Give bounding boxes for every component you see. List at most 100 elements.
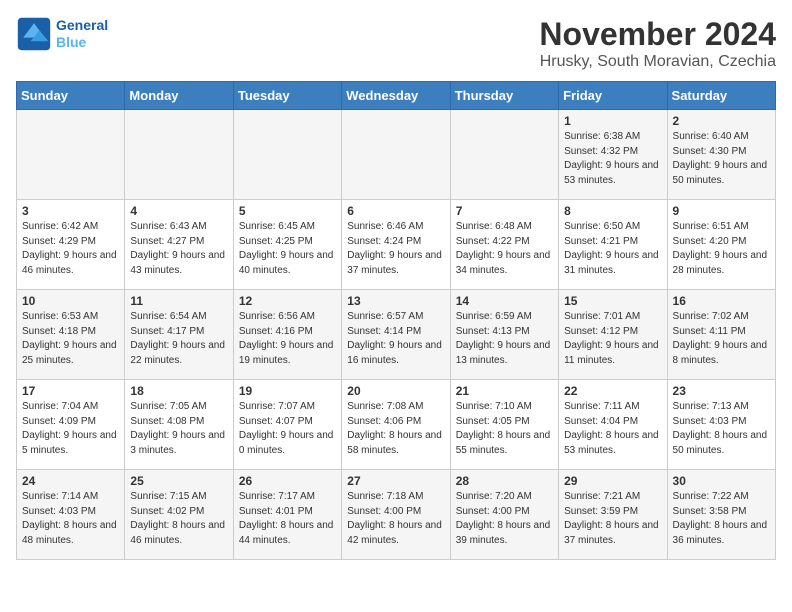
weekday-header-tuesday: Tuesday xyxy=(233,82,341,110)
day-number: 15 xyxy=(564,294,661,308)
day-cell xyxy=(17,110,125,200)
day-info: Sunrise: 7:15 AM Sunset: 4:02 PM Dayligh… xyxy=(130,490,227,548)
day-cell: 5Sunrise: 6:45 AM Sunset: 4:25 PM Daylig… xyxy=(233,200,341,290)
day-number: 6 xyxy=(347,204,444,218)
day-cell: 10Sunrise: 6:53 AM Sunset: 4:18 PM Dayli… xyxy=(17,290,125,380)
day-info: Sunrise: 7:13 AM Sunset: 4:03 PM Dayligh… xyxy=(673,400,770,458)
day-info: Sunrise: 7:04 AM Sunset: 4:09 PM Dayligh… xyxy=(22,400,119,458)
day-info: Sunrise: 6:40 AM Sunset: 4:30 PM Dayligh… xyxy=(673,130,770,188)
day-cell: 18 Sunrise: 7:05 AM Sunset: 4:08 PM Dayli… xyxy=(125,380,233,470)
day-cell: 23Sunrise: 7:13 AM Sunset: 4:03 PM Dayli… xyxy=(667,380,775,470)
day-number: 16 xyxy=(673,294,770,308)
day-number: 24 xyxy=(22,474,119,488)
day-info: Sunrise: 7:01 AM Sunset: 4:12 PM Dayligh… xyxy=(564,310,661,368)
day-number: 25 xyxy=(130,474,227,488)
day-info: Sunrise: 6:45 AM Sunset: 4:25 PM Dayligh… xyxy=(239,220,336,278)
day-number: 13 xyxy=(347,294,444,308)
weekday-header-friday: Friday xyxy=(559,82,667,110)
day-info: Sunrise: 7:05 AM Sunset: 4:08 PM Dayligh… xyxy=(130,400,227,458)
day-number: 20 xyxy=(347,384,444,398)
day-cell: 22 Sunrise: 7:11 AM Sunset: 4:04 PM Dayli… xyxy=(559,380,667,470)
day-number: 14 xyxy=(456,294,553,308)
week-row-5: 24 Sunrise: 7:14 AM Sunset: 4:03 PM Dayli… xyxy=(17,470,776,560)
day-cell: 8 Sunrise: 6:50 AM Sunset: 4:21 PM Daylig… xyxy=(559,200,667,290)
day-cell: 30Sunrise: 7:22 AM Sunset: 3:58 PM Dayli… xyxy=(667,470,775,560)
title-area: November 2024 Hrusky, South Moravian, Cz… xyxy=(539,16,776,71)
day-cell xyxy=(450,110,558,200)
day-cell: 4Sunrise: 6:43 AM Sunset: 4:27 PM Daylig… xyxy=(125,200,233,290)
weekday-header-thursday: Thursday xyxy=(450,82,558,110)
day-cell xyxy=(233,110,341,200)
day-info: Sunrise: 6:50 AM Sunset: 4:21 PM Dayligh… xyxy=(564,220,661,278)
day-number: 11 xyxy=(130,294,227,308)
day-cell: 26Sunrise: 7:17 AM Sunset: 4:01 PM Dayli… xyxy=(233,470,341,560)
week-row-4: 17Sunrise: 7:04 AM Sunset: 4:09 PM Dayli… xyxy=(17,380,776,470)
day-cell: 19 Sunrise: 7:07 AM Sunset: 4:07 PM Dayli… xyxy=(233,380,341,470)
day-cell: 14 Sunrise: 6:59 AM Sunset: 4:13 PM Dayli… xyxy=(450,290,558,380)
day-info: Sunrise: 7:14 AM Sunset: 4:03 PM Dayligh… xyxy=(22,490,119,548)
day-cell xyxy=(342,110,450,200)
day-number: 7 xyxy=(456,204,553,218)
day-number: 9 xyxy=(673,204,770,218)
day-number: 26 xyxy=(239,474,336,488)
day-info: Sunrise: 6:54 AM Sunset: 4:17 PM Dayligh… xyxy=(130,310,227,368)
day-cell xyxy=(125,110,233,200)
day-number: 22 xyxy=(564,384,661,398)
weekday-header-saturday: Saturday xyxy=(667,82,775,110)
header: General Blue November 2024 Hrusky, South… xyxy=(16,16,776,71)
day-cell: 28 Sunrise: 7:20 AM Sunset: 4:00 PM Dayli… xyxy=(450,470,558,560)
day-info: Sunrise: 7:07 AM Sunset: 4:07 PM Dayligh… xyxy=(239,400,336,458)
day-info: Sunrise: 6:48 AM Sunset: 4:22 PM Dayligh… xyxy=(456,220,553,278)
logo: General Blue xyxy=(16,16,108,52)
day-info: Sunrise: 6:46 AM Sunset: 4:24 PM Dayligh… xyxy=(347,220,444,278)
day-cell: 25 Sunrise: 7:15 AM Sunset: 4:02 PM Dayli… xyxy=(125,470,233,560)
logo-text: General Blue xyxy=(56,17,108,51)
day-info: Sunrise: 7:10 AM Sunset: 4:05 PM Dayligh… xyxy=(456,400,553,458)
day-cell: 7 Sunrise: 6:48 AM Sunset: 4:22 PM Daylig… xyxy=(450,200,558,290)
day-info: Sunrise: 7:20 AM Sunset: 4:00 PM Dayligh… xyxy=(456,490,553,548)
day-number: 29 xyxy=(564,474,661,488)
day-number: 18 xyxy=(130,384,227,398)
day-cell: 20Sunrise: 7:08 AM Sunset: 4:06 PM Dayli… xyxy=(342,380,450,470)
day-cell: 15 Sunrise: 7:01 AM Sunset: 4:12 PM Dayli… xyxy=(559,290,667,380)
calendar-title: November 2024 xyxy=(539,16,776,53)
day-number: 21 xyxy=(456,384,553,398)
day-info: Sunrise: 7:02 AM Sunset: 4:11 PM Dayligh… xyxy=(673,310,770,368)
week-row-3: 10Sunrise: 6:53 AM Sunset: 4:18 PM Dayli… xyxy=(17,290,776,380)
weekday-header-monday: Monday xyxy=(125,82,233,110)
day-cell: 1 Sunrise: 6:38 AM Sunset: 4:32 PM Daylig… xyxy=(559,110,667,200)
day-cell: 13Sunrise: 6:57 AM Sunset: 4:14 PM Dayli… xyxy=(342,290,450,380)
calendar-table: SundayMondayTuesdayWednesdayThursdayFrid… xyxy=(16,81,776,560)
day-number: 28 xyxy=(456,474,553,488)
weekday-header-sunday: Sunday xyxy=(17,82,125,110)
day-info: Sunrise: 7:11 AM Sunset: 4:04 PM Dayligh… xyxy=(564,400,661,458)
day-number: 27 xyxy=(347,474,444,488)
day-number: 8 xyxy=(564,204,661,218)
day-info: Sunrise: 7:18 AM Sunset: 4:00 PM Dayligh… xyxy=(347,490,444,548)
day-cell: 16 Sunrise: 7:02 AM Sunset: 4:11 PM Dayli… xyxy=(667,290,775,380)
day-info: Sunrise: 6:38 AM Sunset: 4:32 PM Dayligh… xyxy=(564,130,661,188)
day-number: 1 xyxy=(564,114,661,128)
day-number: 19 xyxy=(239,384,336,398)
day-cell: 17Sunrise: 7:04 AM Sunset: 4:09 PM Dayli… xyxy=(17,380,125,470)
logo-icon xyxy=(16,16,52,52)
day-info: Sunrise: 6:53 AM Sunset: 4:18 PM Dayligh… xyxy=(22,310,119,368)
day-number: 2 xyxy=(673,114,770,128)
day-cell: 6 Sunrise: 6:46 AM Sunset: 4:24 PM Daylig… xyxy=(342,200,450,290)
day-info: Sunrise: 6:59 AM Sunset: 4:13 PM Dayligh… xyxy=(456,310,553,368)
day-cell: 11 Sunrise: 6:54 AM Sunset: 4:17 PM Dayli… xyxy=(125,290,233,380)
day-cell: 21 Sunrise: 7:10 AM Sunset: 4:05 PM Dayli… xyxy=(450,380,558,470)
weekday-header-row: SundayMondayTuesdayWednesdayThursdayFrid… xyxy=(17,82,776,110)
day-cell: 9Sunrise: 6:51 AM Sunset: 4:20 PM Daylig… xyxy=(667,200,775,290)
day-cell: 3 Sunrise: 6:42 AM Sunset: 4:29 PM Daylig… xyxy=(17,200,125,290)
day-info: Sunrise: 6:42 AM Sunset: 4:29 PM Dayligh… xyxy=(22,220,119,278)
day-cell: 29 Sunrise: 7:21 AM Sunset: 3:59 PM Dayli… xyxy=(559,470,667,560)
day-info: Sunrise: 7:22 AM Sunset: 3:58 PM Dayligh… xyxy=(673,490,770,548)
day-number: 12 xyxy=(239,294,336,308)
day-number: 4 xyxy=(130,204,227,218)
weekday-header-wednesday: Wednesday xyxy=(342,82,450,110)
day-number: 3 xyxy=(22,204,119,218)
day-cell: 12Sunrise: 6:56 AM Sunset: 4:16 PM Dayli… xyxy=(233,290,341,380)
day-info: Sunrise: 7:21 AM Sunset: 3:59 PM Dayligh… xyxy=(564,490,661,548)
week-row-2: 3 Sunrise: 6:42 AM Sunset: 4:29 PM Daylig… xyxy=(17,200,776,290)
